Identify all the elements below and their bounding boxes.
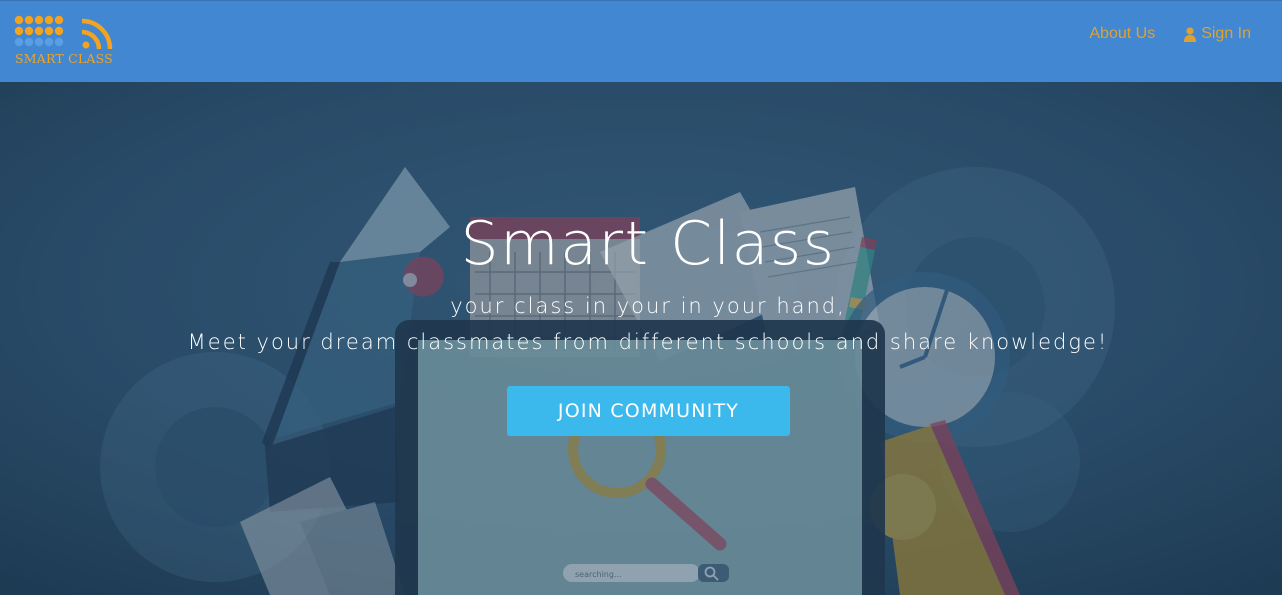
- user-icon: [1184, 26, 1197, 42]
- hero-subtitle-line-1: your class in your in your hand,: [450, 294, 846, 318]
- hero-title: Smart Class: [460, 209, 836, 279]
- logo[interactable]: SMART CLASS: [14, 15, 118, 67]
- logo-text: SMART CLASS: [15, 51, 113, 66]
- nav-links: About Us Sign In: [1089, 25, 1251, 43]
- sign-in-link[interactable]: Sign In: [1184, 25, 1251, 43]
- join-community-button[interactable]: JOIN COMMUNITY: [507, 386, 790, 436]
- navbar: SMART CLASS About Us Sign In: [0, 0, 1282, 82]
- hero-section: searching... Smart Class your class in y…: [0, 82, 1282, 595]
- hero-content: Smart Class your class in your in your h…: [0, 82, 1282, 595]
- sign-in-label: Sign In: [1201, 25, 1251, 42]
- hero-subtitle-line-2: Meet your dream classmates from differen…: [187, 330, 1109, 354]
- about-us-link[interactable]: About Us: [1089, 25, 1155, 43]
- logo-graphic: [14, 15, 113, 50]
- about-us-label: About Us: [1089, 25, 1156, 42]
